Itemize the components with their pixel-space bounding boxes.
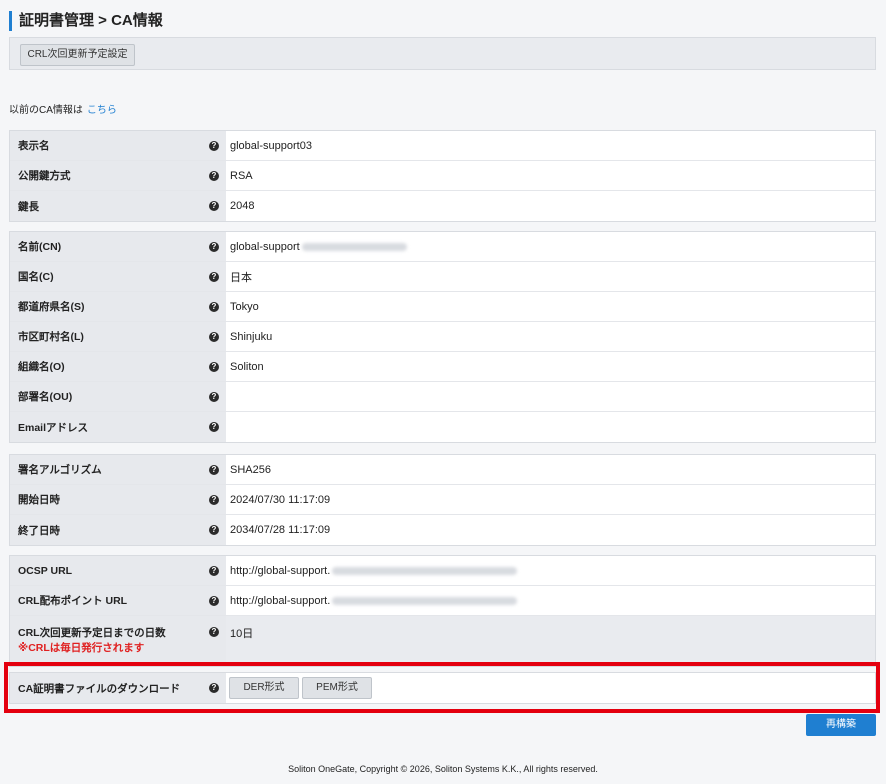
key-info-group: 表示名? global-support03 公開鍵方式? RSA 鍵長? 204… [9, 130, 876, 222]
row-cn: 名前(CN)? global-support [10, 232, 875, 262]
field-value: RSA [230, 169, 253, 182]
row-start-date: 開始日時? 2024/07/30 11:17:09 [10, 485, 875, 515]
field-value: 10日 [226, 616, 875, 666]
field-value [226, 382, 875, 411]
row-signature-algorithm: 署名アルゴリズム? SHA256 [10, 455, 875, 485]
help-icon[interactable]: ? [209, 422, 219, 432]
row-email: Emailアドレス? [10, 412, 875, 442]
row-display-name: 表示名? global-support03 [10, 131, 875, 161]
field-value: Shinjuku [230, 330, 273, 343]
row-crl-days: CRL次回更新予定日までの日数 ※CRLは毎日発行されます? 10日 [10, 616, 875, 666]
field-value: global-support [230, 240, 300, 253]
field-value: 2034/07/28 11:17:09 [230, 524, 331, 536]
row-public-key-type: 公開鍵方式? RSA [10, 161, 875, 191]
field-label: 名前(CN) [18, 241, 62, 253]
field-value: http://global-support. [230, 594, 331, 607]
field-value: 2048 [230, 200, 255, 212]
field-label: 組織名(O) [18, 361, 65, 373]
help-icon[interactable]: ? [209, 391, 219, 402]
subject-group: 名前(CN)? global-support 国名(C)? 日本 都道府県名(S… [9, 231, 876, 443]
field-label: 都道府県名(S) [18, 301, 85, 313]
field-value: global-support03 [230, 139, 312, 152]
help-icon[interactable]: ? [209, 170, 219, 181]
row-state: 都道府県名(S)? Tokyo [10, 292, 875, 322]
help-icon[interactable]: ? [209, 627, 219, 637]
previous-ca-info: 以前のCA情報は こちら [9, 101, 117, 116]
help-icon[interactable]: ? [209, 525, 219, 535]
field-value: 2024/07/30 11:17:09 [230, 493, 331, 506]
field-value: http://global-support. [230, 564, 331, 577]
help-icon[interactable]: ? [209, 464, 219, 475]
field-label: 開始日時 [18, 494, 60, 506]
crl-note: ※CRLは毎日発行されます [18, 642, 145, 654]
help-icon[interactable]: ? [209, 331, 219, 342]
row-end-date: 終了日時? 2034/07/28 11:17:09 [10, 515, 875, 545]
help-icon[interactable]: ? [209, 595, 219, 606]
previous-ca-link[interactable]: こちら [87, 105, 117, 116]
help-icon[interactable]: ? [209, 361, 219, 372]
row-org-unit: 部署名(OU)? [10, 382, 875, 412]
field-value: 日本 [230, 271, 252, 284]
field-label: 署名アルゴリズム [18, 464, 102, 476]
help-icon[interactable]: ? [209, 241, 219, 252]
field-label: OCSP URL [18, 564, 73, 577]
field-label: 鍵長 [18, 200, 39, 213]
highlight-box [4, 662, 880, 713]
field-label: 部署名(OU) [18, 391, 73, 403]
field-label: Emailアドレス [18, 421, 89, 434]
footer-copyright: Soliton OneGate, Copyright © 2026, Solit… [288, 764, 598, 774]
row-crl-url: CRL配布ポイント URL? http://global-support. [10, 586, 875, 616]
validity-group: 署名アルゴリズム? SHA256 開始日時? 2024/07/30 11:17:… [9, 454, 876, 546]
row-organization: 組織名(O)? Soliton [10, 352, 875, 382]
toolbar: CRL次回更新予定設定 [9, 37, 876, 70]
field-label: 国名(C) [18, 271, 54, 283]
page-title: 証明書管理 > CA情報 [9, 11, 163, 31]
help-icon[interactable]: ? [209, 201, 219, 211]
field-value [226, 412, 875, 442]
help-icon[interactable]: ? [209, 301, 219, 312]
redacted-text [332, 596, 518, 605]
row-locality: 市区町村名(L)? Shinjuku [10, 322, 875, 352]
rebuild-button[interactable]: 再構築 [806, 714, 876, 736]
field-label: CRL次回更新予定日までの日数 [18, 627, 166, 639]
field-value: Tokyo [230, 300, 259, 313]
help-icon[interactable]: ? [209, 565, 219, 576]
previous-ca-text: 以前のCA情報は [9, 105, 83, 116]
row-ocsp-url: OCSP URL? http://global-support. [10, 556, 875, 586]
field-label: CRL配布ポイント URL [18, 595, 128, 607]
help-icon[interactable]: ? [209, 271, 219, 282]
row-country: 国名(C)? 日本 [10, 262, 875, 292]
row-key-length: 鍵長? 2048 [10, 191, 875, 221]
field-label: 市区町村名(L) [18, 331, 84, 343]
help-icon[interactable]: ? [209, 140, 219, 151]
help-icon[interactable]: ? [209, 494, 219, 505]
redacted-text [301, 242, 407, 251]
field-label: 公開鍵方式 [18, 170, 71, 182]
field-label: 表示名 [18, 140, 50, 152]
field-value: SHA256 [230, 463, 271, 476]
distribution-group: OCSP URL? http://global-support. CRL配布ポイ… [9, 555, 876, 667]
crl-next-update-settings-button[interactable]: CRL次回更新予定設定 [20, 44, 135, 66]
redacted-text [332, 566, 518, 575]
field-label: 終了日時 [18, 524, 60, 537]
field-value: Soliton [230, 360, 264, 373]
